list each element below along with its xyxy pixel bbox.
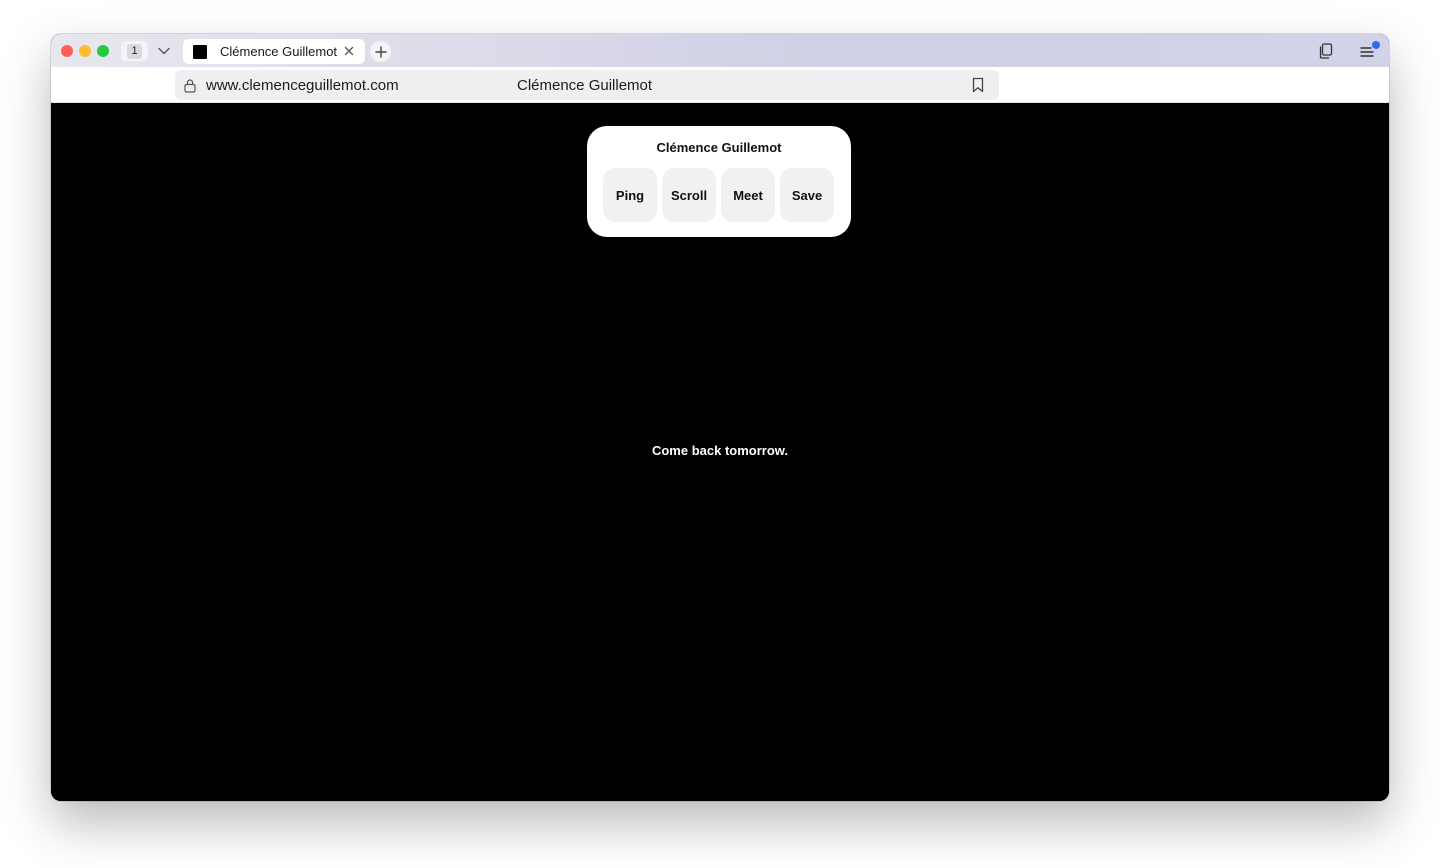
tab-count-button[interactable]: 1 <box>121 41 148 61</box>
chevron-down-icon[interactable] <box>155 42 173 60</box>
title-bar: 1 Clémence Guillemot <box>51 34 1389 67</box>
close-icon[interactable] <box>342 44 356 58</box>
minimize-window-button[interactable] <box>79 45 91 57</box>
toolbar: www.clemenceguillemot.com Clémence Guill… <box>51 67 1389 103</box>
tab-count-label: 1 <box>127 43 142 59</box>
menu-icon[interactable] <box>1359 41 1381 60</box>
tab-title: Clémence Guillemot <box>220 44 338 59</box>
copy-tabs-icon[interactable] <box>1317 42 1335 60</box>
ping-button[interactable]: Ping <box>603 168 657 222</box>
close-window-button[interactable] <box>61 45 73 57</box>
plus-icon[interactable] <box>370 41 391 62</box>
address-bar[interactable]: www.clemenceguillemot.com Clémence Guill… <box>175 70 999 100</box>
url-text: www.clemenceguillemot.com <box>206 77 399 94</box>
lock-icon <box>183 78 197 93</box>
page-content: Clémence Guillemot Ping Scroll Meet Save… <box>51 103 1389 801</box>
bookmark-icon[interactable] <box>971 77 985 93</box>
favicon <box>193 44 207 59</box>
scroll-button[interactable]: Scroll <box>662 168 716 222</box>
action-buttons: Ping Scroll Meet Save <box>603 168 834 222</box>
contact-panel: Clémence Guillemot Ping Scroll Meet Save <box>587 126 851 237</box>
maximize-window-button[interactable] <box>97 45 109 57</box>
panel-title: Clémence Guillemot <box>656 140 782 155</box>
save-button[interactable]: Save <box>780 168 834 222</box>
address-page-title: Clémence Guillemot <box>517 77 653 94</box>
meet-button[interactable]: Meet <box>721 168 775 222</box>
status-message: Come back tomorrow. <box>651 443 789 458</box>
browser-window: 1 Clémence Guillemot www.clemenceguillem… <box>51 34 1389 801</box>
tab-active[interactable]: Clémence Guillemot <box>183 39 365 64</box>
notification-badge <box>1372 41 1380 49</box>
